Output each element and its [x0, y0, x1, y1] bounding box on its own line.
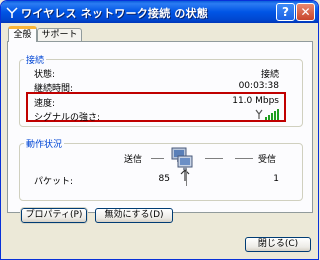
tab-general[interactable]: 全般: [8, 26, 37, 42]
received-line-right: [235, 158, 253, 159]
received-label: 受信: [258, 155, 277, 165]
properties-button[interactable]: プロパティ(P): [20, 207, 88, 224]
status-dialog: ワイヤレス ネットワーク接続 の状態 ? ✕ 全般 サポート 接続 状態: 接続…: [0, 0, 319, 260]
help-button[interactable]: ?: [276, 3, 295, 21]
packets-label: パケット:: [34, 177, 74, 187]
close-button[interactable]: 閉じる(C): [245, 237, 311, 252]
signal-bar: [268, 115, 270, 120]
sent-line: [151, 158, 164, 159]
sent-label: 送信: [124, 155, 143, 165]
duration-value: 00:03:38: [238, 81, 279, 91]
signal-bar: [274, 111, 276, 120]
close-window-button[interactable]: ✕: [296, 3, 315, 21]
status-label: 状態:: [34, 70, 56, 80]
speed-value: 11.0 Mbps: [232, 96, 279, 106]
wireless-network-icon: [6, 7, 18, 18]
title-bar[interactable]: ワイヤレス ネットワーク接続 の状態 ? ✕: [1, 1, 318, 23]
signal-bar: [265, 117, 267, 120]
packets-sent-value: 85: [158, 174, 170, 184]
signal-bar: [271, 113, 273, 120]
received-line: [205, 158, 223, 159]
signal-strength-icon: [255, 109, 279, 120]
disable-button[interactable]: 無効にする(D): [95, 208, 173, 223]
speed-label: 速度:: [34, 99, 56, 109]
packets-received-value: 1: [273, 174, 279, 184]
activity-group-title: 動作状況: [24, 137, 65, 150]
window-title: ワイヤレス ネットワーク接続 の状態: [21, 7, 208, 20]
signal-label: シグナルの強さ:: [34, 113, 101, 123]
tab-support[interactable]: サポート: [37, 28, 82, 42]
network-activity-icon: [171, 147, 193, 181]
status-value: 接続: [260, 70, 279, 80]
activity-divider: [186, 169, 187, 186]
connection-group-title: 接続: [24, 53, 47, 66]
signal-bar: [277, 109, 279, 120]
